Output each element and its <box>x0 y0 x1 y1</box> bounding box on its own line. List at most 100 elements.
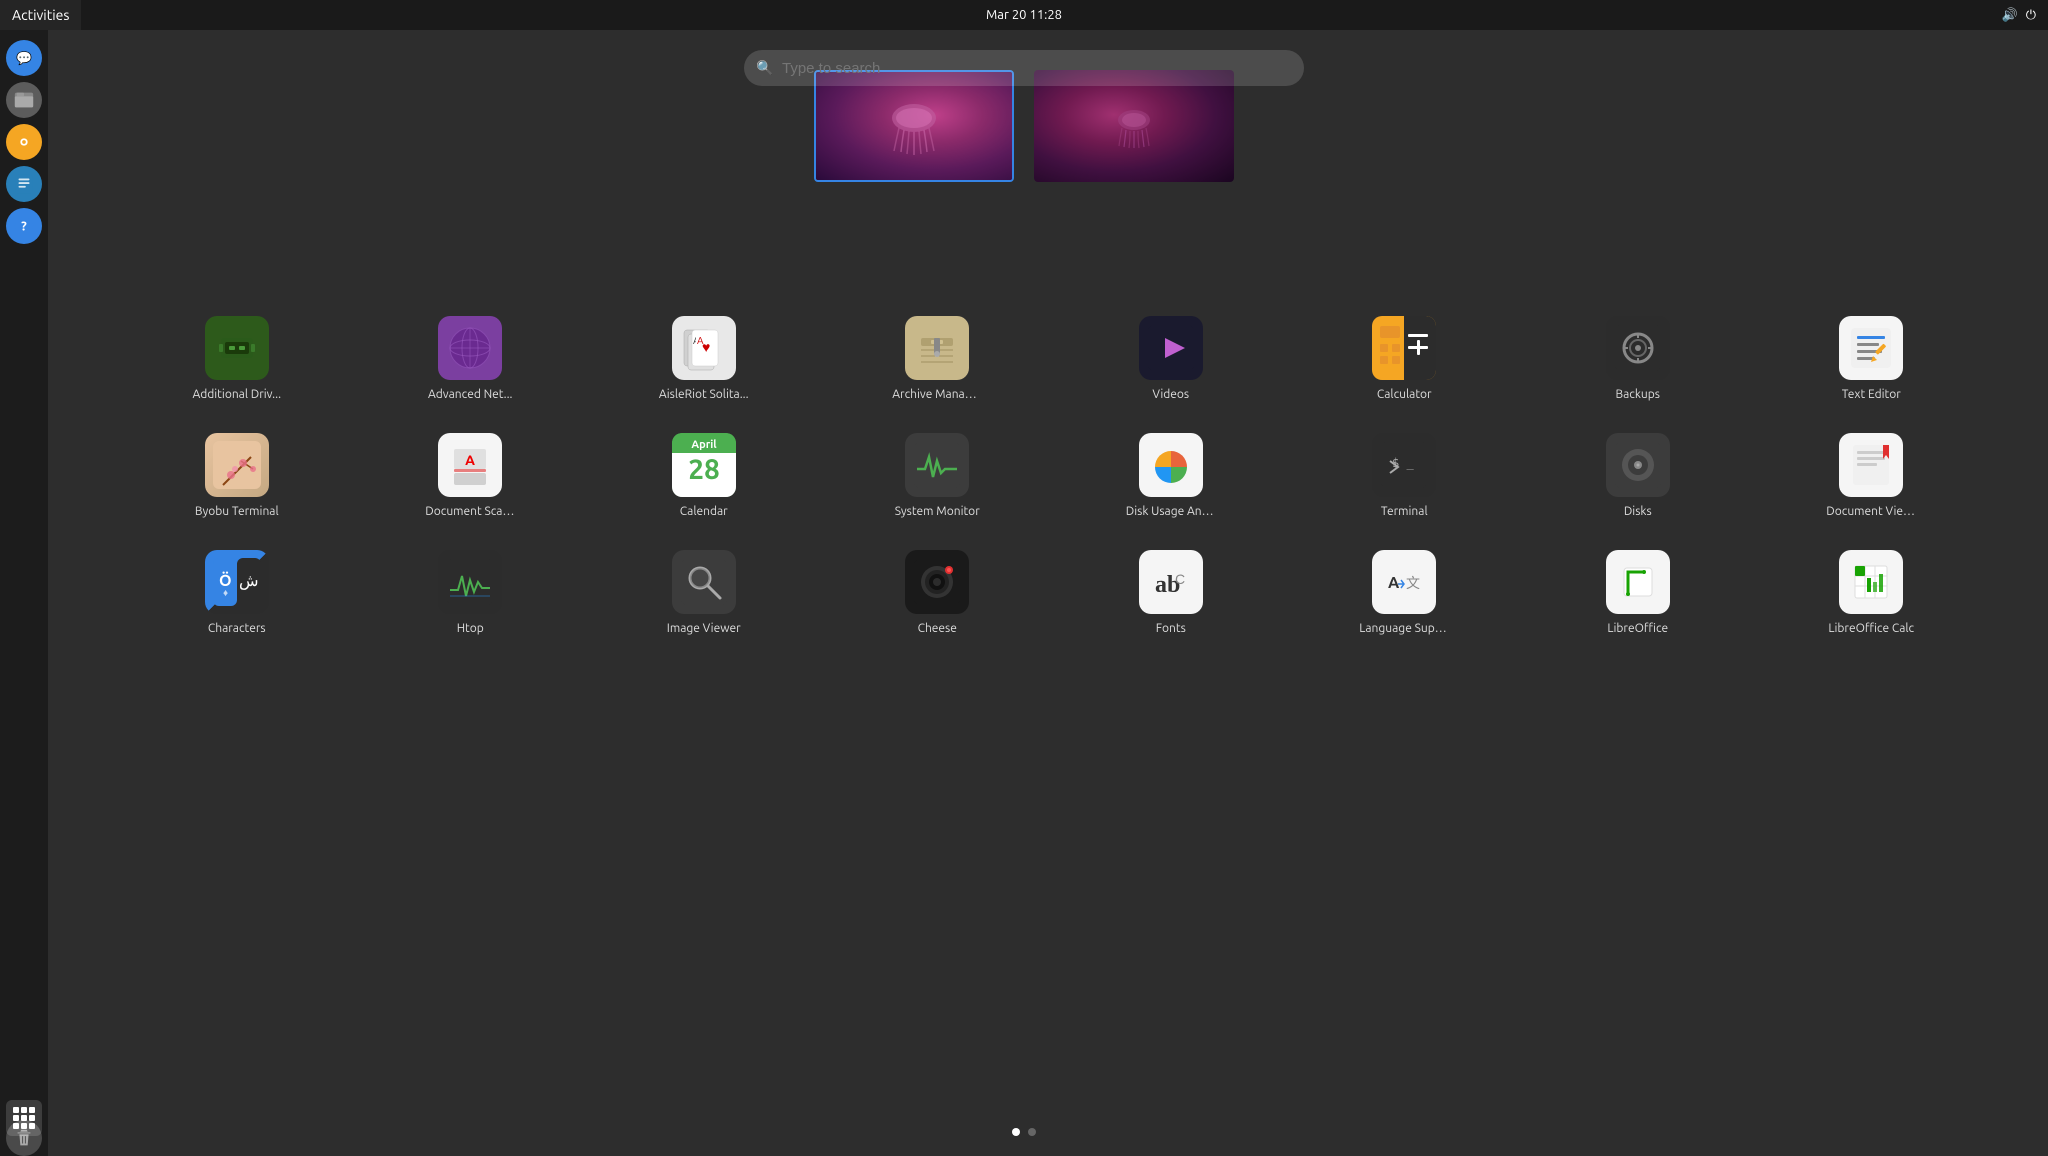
app-item-image-viewer[interactable]: Image Viewer <box>587 534 821 651</box>
sidebar: 💬 ? <box>0 30 48 1156</box>
disk-usage-icon <box>1139 433 1203 497</box>
calendar-label: Calendar <box>680 505 728 518</box>
clock: Mar 20 11:28 <box>986 8 1062 22</box>
document-scanner-label: Document Scan... <box>425 505 515 518</box>
aisleriot-label: AisleRiot Solita... <box>659 388 749 401</box>
svg-text:💬: 💬 <box>16 51 32 66</box>
svg-text:April: April <box>691 439 717 451</box>
additional-drivers-label: Additional Driv... <box>192 388 281 401</box>
sidebar-item-writer[interactable] <box>6 166 42 202</box>
search-input[interactable] <box>744 50 1304 86</box>
aisleriot-icon: ♥ A A ♥ <box>672 316 736 380</box>
additional-drivers-icon <box>205 316 269 380</box>
app-item-terminal[interactable]: $ _ Terminal <box>1288 417 1522 534</box>
document-viewer-label: Document Viewer <box>1826 505 1916 518</box>
libreoffice-icon <box>1606 550 1670 614</box>
app-grid: Additional Driv... Advanced Net... ♥ <box>60 300 2048 651</box>
htop-icon <box>438 550 502 614</box>
archive-manager-icon <box>905 316 969 380</box>
htop-label: Htop <box>457 622 484 635</box>
cheese-label: Cheese <box>918 622 957 635</box>
disk-usage-label: Disk Usage Ana... <box>1126 505 1216 518</box>
advanced-network-icon <box>438 316 502 380</box>
topbar: Activities Mar 20 11:28 🔊 ⏻ <box>0 0 2048 30</box>
sidebar-item-rhythmbox[interactable] <box>6 124 42 160</box>
svg-text:ش: ش <box>239 572 259 590</box>
archive-manager-label: Archive Manager <box>892 388 982 401</box>
app-item-aisleriot[interactable]: ♥ A A ♥ AisleRiot Solita... <box>587 300 821 417</box>
app-item-archive-manager[interactable]: Archive Manager <box>821 300 1055 417</box>
app-item-videos[interactable]: Videos <box>1054 300 1288 417</box>
svg-text:28: 28 <box>688 454 720 485</box>
text-editor-icon <box>1839 316 1903 380</box>
text-editor-label: Text Editor <box>1842 388 1901 401</box>
videos-label: Videos <box>1152 388 1189 401</box>
calendar-icon: April 28 <box>672 433 736 497</box>
app-item-additional-drivers[interactable]: Additional Driv... <box>120 300 354 417</box>
terminal-icon: $ _ <box>1372 433 1436 497</box>
workspaces <box>814 70 1234 182</box>
image-viewer-label: Image Viewer <box>667 622 741 635</box>
libreoffice-calc-icon <box>1839 550 1903 614</box>
app-item-calculator[interactable]: Calculator <box>1288 300 1522 417</box>
system-monitor-label: System Monitor <box>895 505 980 518</box>
app-item-fonts[interactable]: ab C Fonts <box>1054 534 1288 651</box>
language-support-label: Language Supp... <box>1359 622 1449 635</box>
backups-label: Backups <box>1616 388 1661 401</box>
system-tray: 🔊 ⏻ <box>2002 8 2048 23</box>
workspace-2[interactable] <box>1034 70 1234 182</box>
activities-button[interactable]: Activities <box>0 0 81 30</box>
calculator-icon <box>1372 316 1436 380</box>
advanced-network-label: Advanced Net... <box>428 388 513 401</box>
characters-icon: Ö ش ♦ <box>205 550 269 614</box>
svg-text:?: ? <box>21 220 27 234</box>
app-item-cheese[interactable]: Cheese <box>821 534 1055 651</box>
sidebar-item-help[interactable]: ? <box>6 208 42 244</box>
characters-label: Characters <box>208 622 266 635</box>
system-monitor-icon <box>905 433 969 497</box>
app-item-disk-usage[interactable]: Disk Usage Ana... <box>1054 417 1288 534</box>
svg-text:♥: ♥ <box>702 339 710 355</box>
libreoffice-calc-label: LibreOffice Calc <box>1828 622 1914 635</box>
fonts-label: Fonts <box>1156 622 1186 635</box>
cheese-icon <box>905 550 969 614</box>
app-item-libreoffice-calc[interactable]: LibreOffice Calc <box>1755 534 1989 651</box>
disks-icon <box>1606 433 1670 497</box>
app-item-htop[interactable]: Htop <box>354 534 588 651</box>
app-item-calendar[interactable]: April 28 Calendar <box>587 417 821 534</box>
app-item-backups[interactable]: Backups <box>1521 300 1755 417</box>
sidebar-item-files[interactable] <box>6 82 42 118</box>
videos-icon <box>1139 316 1203 380</box>
app-item-system-monitor[interactable]: System Monitor <box>821 417 1055 534</box>
page-dot-2[interactable] <box>1028 1128 1036 1136</box>
calculator-label: Calculator <box>1377 388 1432 401</box>
sidebar-item-messaging[interactable]: 💬 <box>6 40 42 76</box>
byobu-icon <box>205 433 269 497</box>
image-viewer-icon <box>672 550 736 614</box>
app-item-text-editor[interactable]: Text Editor <box>1755 300 1989 417</box>
document-scanner-icon: A <box>438 433 502 497</box>
app-item-document-scanner[interactable]: A Document Scan... <box>354 417 588 534</box>
app-item-byobu[interactable]: Byobu Terminal <box>120 417 354 534</box>
svg-text:A: A <box>465 452 475 468</box>
app-item-disks[interactable]: Disks <box>1521 417 1755 534</box>
terminal-label: Terminal <box>1381 505 1428 518</box>
power-icon[interactable]: ⏻ <box>2026 8 2036 23</box>
app-item-document-viewer[interactable]: Document Viewer <box>1755 417 1989 534</box>
language-support-icon: A 文 <box>1372 550 1436 614</box>
page-dot-1[interactable] <box>1012 1128 1020 1136</box>
svg-text:♦: ♦ <box>223 587 228 598</box>
workspace-1[interactable] <box>814 70 1014 182</box>
app-item-advanced-network[interactable]: Advanced Net... <box>354 300 588 417</box>
search-icon: 🔍 <box>756 60 773 77</box>
fonts-icon: ab C <box>1139 550 1203 614</box>
libreoffice-label: LibreOffice <box>1607 622 1668 635</box>
app-item-language-support[interactable]: A 文 Language Supp... <box>1288 534 1522 651</box>
app-item-libreoffice[interactable]: LibreOffice <box>1521 534 1755 651</box>
backups-icon <box>1606 316 1670 380</box>
page-dots <box>1012 1128 1036 1136</box>
byobu-label: Byobu Terminal <box>195 505 279 518</box>
app-item-characters[interactable]: Ö ش ♦ Characters <box>120 534 354 651</box>
svg-text:A: A <box>1388 574 1400 592</box>
app-grid-button[interactable] <box>6 1100 42 1136</box>
